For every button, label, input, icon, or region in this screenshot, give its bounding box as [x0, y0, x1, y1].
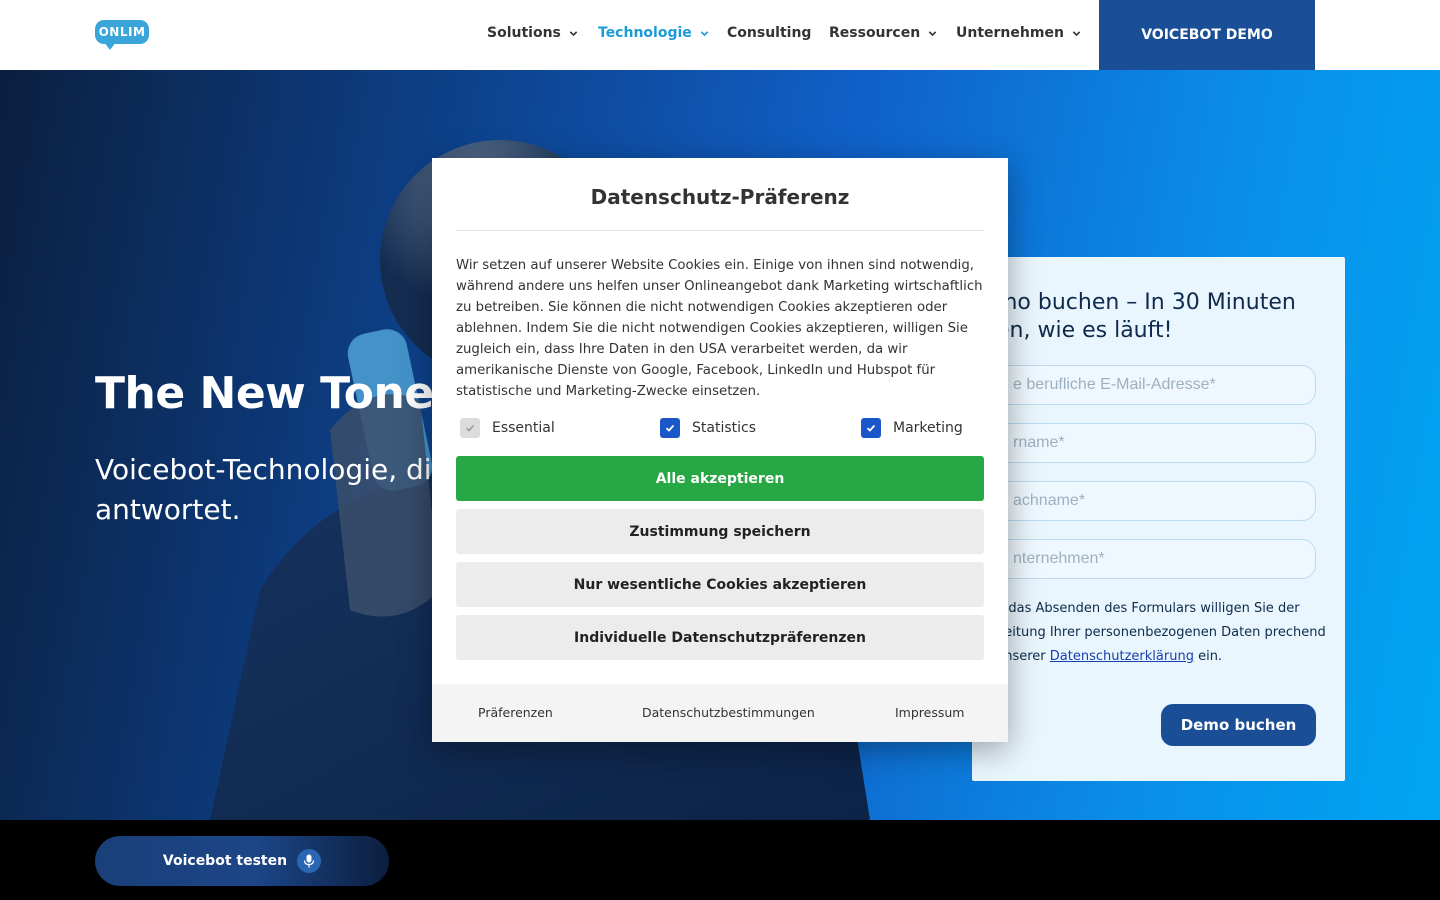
site-header: ONLIM Solutions Technologie Consulting R… [0, 0, 1440, 70]
email-field[interactable]: e berufliche E-Mail-Adresse* [996, 365, 1316, 405]
nav-technologie[interactable]: Technologie [598, 25, 709, 41]
modal-footer: Präferenzen Datenschutzbestimmungen Impr… [432, 684, 1008, 742]
checkbox-statistics[interactable]: Statistics [660, 418, 756, 438]
checkbox-marketing[interactable]: Marketing [861, 418, 963, 438]
checkbox-essential-box [460, 418, 480, 438]
consent-text-after: ein. [1193, 649, 1223, 664]
save-consent-button[interactable]: Zustimmung speichern [456, 509, 984, 554]
checkbox-statistics-box [660, 418, 680, 438]
hero-title: The New Tone c [95, 368, 475, 419]
checkbox-essential[interactable]: Essential [460, 418, 555, 438]
voicebot-testen-button[interactable]: Voicebot testen [95, 836, 389, 886]
cookie-category-checkboxes: Essential Statistics Marketing [456, 418, 984, 442]
microphone-icon [297, 849, 322, 873]
nav-solutions-label: Solutions [487, 25, 561, 41]
onlim-logo[interactable]: ONLIM [95, 20, 149, 50]
demo-buchen-button[interactable]: Demo buchen [1161, 704, 1316, 746]
checkbox-marketing-box [861, 418, 881, 438]
nav-unternehmen-label: Unternehmen [956, 25, 1064, 41]
chevron-down-icon [569, 29, 578, 38]
essential-only-button[interactable]: Nur wesentliche Cookies akzeptieren [456, 562, 984, 607]
nav-unternehmen[interactable]: Unternehmen [956, 25, 1081, 41]
lastname-field[interactable]: achname* [996, 481, 1316, 521]
company-field[interactable]: nternehmen* [996, 539, 1316, 579]
firstname-field[interactable]: rname* [996, 423, 1316, 463]
voicebot-testen-label: Voicebot testen [162, 853, 288, 869]
footer-link-imprint[interactable]: Impressum [895, 705, 964, 720]
form-consent-text: h das Absenden des Formulars willigen Si… [996, 597, 1326, 669]
checkbox-statistics-label: Statistics [692, 420, 756, 436]
checkmark-icon [465, 424, 475, 432]
nav-solutions[interactable]: Solutions [487, 25, 578, 41]
logo-text: ONLIM [95, 20, 149, 44]
nav-technologie-label: Technologie [598, 25, 692, 41]
modal-divider [456, 230, 984, 231]
footer-link-preferences[interactable]: Präferenzen [478, 705, 553, 720]
privacy-policy-link[interactable]: Datenschutzerklärung [1050, 649, 1194, 664]
demo-form-card: mo buchen – In 30 Minuten en, wie es läu… [972, 257, 1345, 781]
checkbox-essential-label: Essential [492, 420, 555, 436]
checkmark-icon [665, 424, 675, 432]
nav-ressourcen-label: Ressourcen [829, 25, 921, 41]
accept-all-button[interactable]: Alle akzeptieren [456, 456, 984, 501]
modal-title: Datenschutz-Präferenz [590, 185, 850, 209]
chevron-down-icon [1072, 29, 1081, 38]
nav-consulting-label: Consulting [727, 25, 812, 41]
chevron-down-icon [928, 29, 937, 38]
chevron-down-icon [700, 29, 709, 38]
individual-preferences-button[interactable]: Individuelle Datenschutzpräferenzen [456, 615, 984, 660]
checkmark-icon [866, 424, 876, 432]
footer-link-privacy-policy[interactable]: Datenschutzbestimmungen [642, 705, 815, 720]
nav-consulting[interactable]: Consulting [727, 25, 811, 41]
bottom-bar: Voicebot testen [0, 820, 1440, 900]
modal-body-text: Wir setzen auf unserer Website Cookies e… [456, 258, 983, 399]
nav-ressourcen[interactable]: Ressourcen [829, 25, 937, 41]
accept-all-label: Alle akzeptieren [655, 470, 785, 487]
voicebot-demo-button[interactable]: VOICEBOT DEMO [1099, 0, 1315, 70]
privacy-preference-modal: Datenschutz-Präferenz Wir setzen auf uns… [432, 158, 1008, 742]
demo-form-title: mo buchen – In 30 Minuten en, wie es läu… [996, 290, 1296, 343]
checkbox-marketing-label: Marketing [893, 420, 963, 436]
logo-bubble-tail [104, 42, 116, 50]
